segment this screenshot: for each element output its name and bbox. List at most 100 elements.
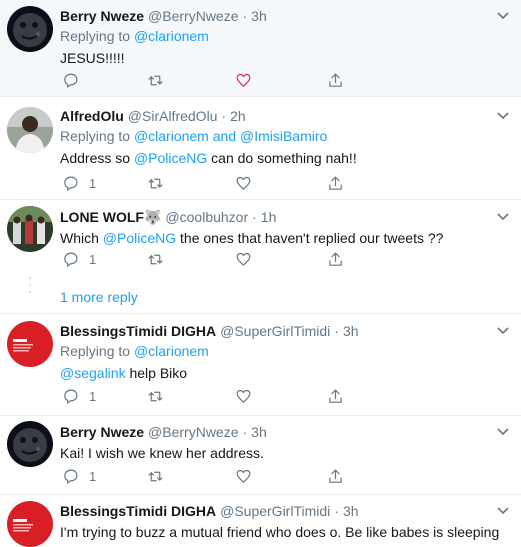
retweet-button[interactable] [147,173,164,193]
tweet-text: Kai! I wish we knew her address. [60,444,511,463]
display-name[interactable]: BlessingsTimidi DIGHA [60,503,216,519]
reply-icon [64,176,78,191]
timestamp[interactable]: 3h [251,8,267,24]
retweet-icon [148,471,163,481]
replying-mention[interactable]: @clarionem [134,128,209,144]
retweet-icon [148,178,163,188]
heart-icon [236,73,251,87]
tweet-text-part: I'm trying to buzz a mutual friend who d… [60,524,500,540]
tweet-header: BlessingsTimidi DIGHA @SuperGirlTimidi ·… [60,502,511,520]
retweet-icon [148,75,163,85]
replying-prefix: Replying to [60,343,131,359]
handle[interactable]: @coolbuhzor [165,209,248,225]
tweet[interactable]: Berry Nweze @BerryNweze · 3h Kai! I wish… [0,416,521,495]
share-icon [329,469,342,483]
retweet-button[interactable] [147,386,164,406]
tweet-actions: 1 [0,249,342,269]
tweet-mention[interactable]: @PoliceNG [103,230,176,246]
handle[interactable]: @BerryNweze [148,8,238,24]
display-name[interactable]: LONE WOLF🐺 [60,209,161,226]
chevron-down-icon[interactable] [495,7,511,23]
chevron-down-icon[interactable] [495,502,511,518]
handle[interactable]: @SuperGirlTimidi [220,503,330,519]
avatar[interactable] [7,321,53,367]
thread-dots [28,277,32,314]
chevron-down-icon[interactable] [495,423,511,439]
timestamp[interactable]: 3h [343,323,359,339]
tweet[interactable]: LONE WOLF🐺 @coolbuhzor · 1h Which @Polic… [0,200,521,277]
like-button[interactable] [235,386,252,406]
tweet-text-part: the ones that haven't replied our tweets… [176,230,444,246]
timestamp[interactable]: 2h [230,108,246,124]
replying-mention[interactable]: @clarionem [134,343,209,359]
handle[interactable]: @BerryNweze [148,424,238,440]
tweet[interactable]: AlfredOlu @SirAlfredOlu · 2h Replying to… [0,97,521,200]
display-name[interactable]: Berry Nweze [60,8,144,24]
more-replies-link[interactable]: 1 more reply [60,289,138,305]
tweet-header: LONE WOLF🐺 @coolbuhzor · 1h [60,208,511,226]
retweet-button[interactable] [147,70,164,90]
tweet-mention[interactable]: @segalink [60,365,126,381]
tweet-header: Berry Nweze @BerryNweze · 3h [60,7,511,25]
share-button[interactable] [327,386,344,406]
handle[interactable]: @SuperGirlTimidi [220,323,330,339]
like-button[interactable] [235,173,252,193]
replying-mention[interactable]: @clarionem [134,28,209,44]
handle[interactable]: @SirAlfredOlu [128,108,218,124]
retweet-button[interactable] [147,249,164,269]
share-button[interactable] [327,249,344,269]
timestamp[interactable]: 3h [251,424,267,440]
like-button[interactable] [235,70,252,90]
tweet-text-part: Which [60,230,103,246]
display-name[interactable]: BlessingsTimidi DIGHA [60,323,216,339]
separator: · [221,108,227,124]
tweet-header: AlfredOlu @SirAlfredOlu · 2h [60,107,511,125]
replying-prefix: Replying to [60,28,131,44]
share-button[interactable] [327,173,344,193]
like-button[interactable] [235,249,252,269]
tweet-header: Berry Nweze @BerryNweze · 3h [60,423,511,441]
share-button[interactable] [327,70,344,90]
avatar[interactable] [7,501,53,547]
tweet-text: Which @PoliceNG the ones that haven't re… [60,229,511,248]
tweet-actions: 1 [0,386,342,406]
tweet-text: I'm trying to buzz a mutual friend who d… [60,523,511,542]
display-name[interactable]: Berry Nweze [60,424,144,440]
reply-icon [64,469,78,484]
tweet[interactable]: BlessingsTimidi DIGHA @SuperGirlTimidi ·… [0,495,521,547]
reply-count: 1 [89,388,97,404]
replying-mention[interactable]: @ImisiBamiro [240,128,327,144]
more-replies[interactable]: 1 more reply [0,277,521,314]
share-button[interactable] [327,466,344,486]
tweet-text-part: JESUS!!!!! [60,50,125,66]
reply-icon [64,389,78,404]
heart-icon [236,176,251,190]
tweet-text-part: Kai! I wish we knew her address. [60,445,264,461]
chevron-down-icon[interactable] [495,322,511,338]
separator: · [242,8,248,24]
reply-button[interactable] [62,70,89,90]
chevron-down-icon[interactable] [495,208,511,224]
like-button[interactable] [235,466,252,486]
retweet-button[interactable] [147,466,164,486]
reply-button[interactable]: 1 [62,249,96,269]
tweet[interactable]: BlessingsTimidi DIGHA @SuperGirlTimidi ·… [0,314,521,416]
tweet[interactable]: Berry Nweze @BerryNweze · 3h Replying to… [0,0,521,97]
avatar[interactable] [7,421,53,467]
tweet-mention[interactable]: @PoliceNG [134,150,207,166]
reply-button[interactable]: 1 [62,466,96,486]
timestamp[interactable]: 3h [343,503,359,519]
share-icon [329,389,342,403]
reply-button[interactable]: 1 [62,386,96,406]
timestamp[interactable]: 1h [261,209,277,225]
chevron-down-icon[interactable] [495,107,511,123]
reply-icon [64,252,78,267]
separator: · [334,323,339,339]
separator: · [242,424,248,440]
avatar[interactable] [7,206,53,252]
avatar[interactable] [7,107,53,153]
display-name[interactable]: AlfredOlu [60,108,124,124]
reply-button[interactable]: 1 [62,173,96,193]
avatar[interactable] [7,6,53,52]
tweet-actions: 1 [0,173,342,193]
